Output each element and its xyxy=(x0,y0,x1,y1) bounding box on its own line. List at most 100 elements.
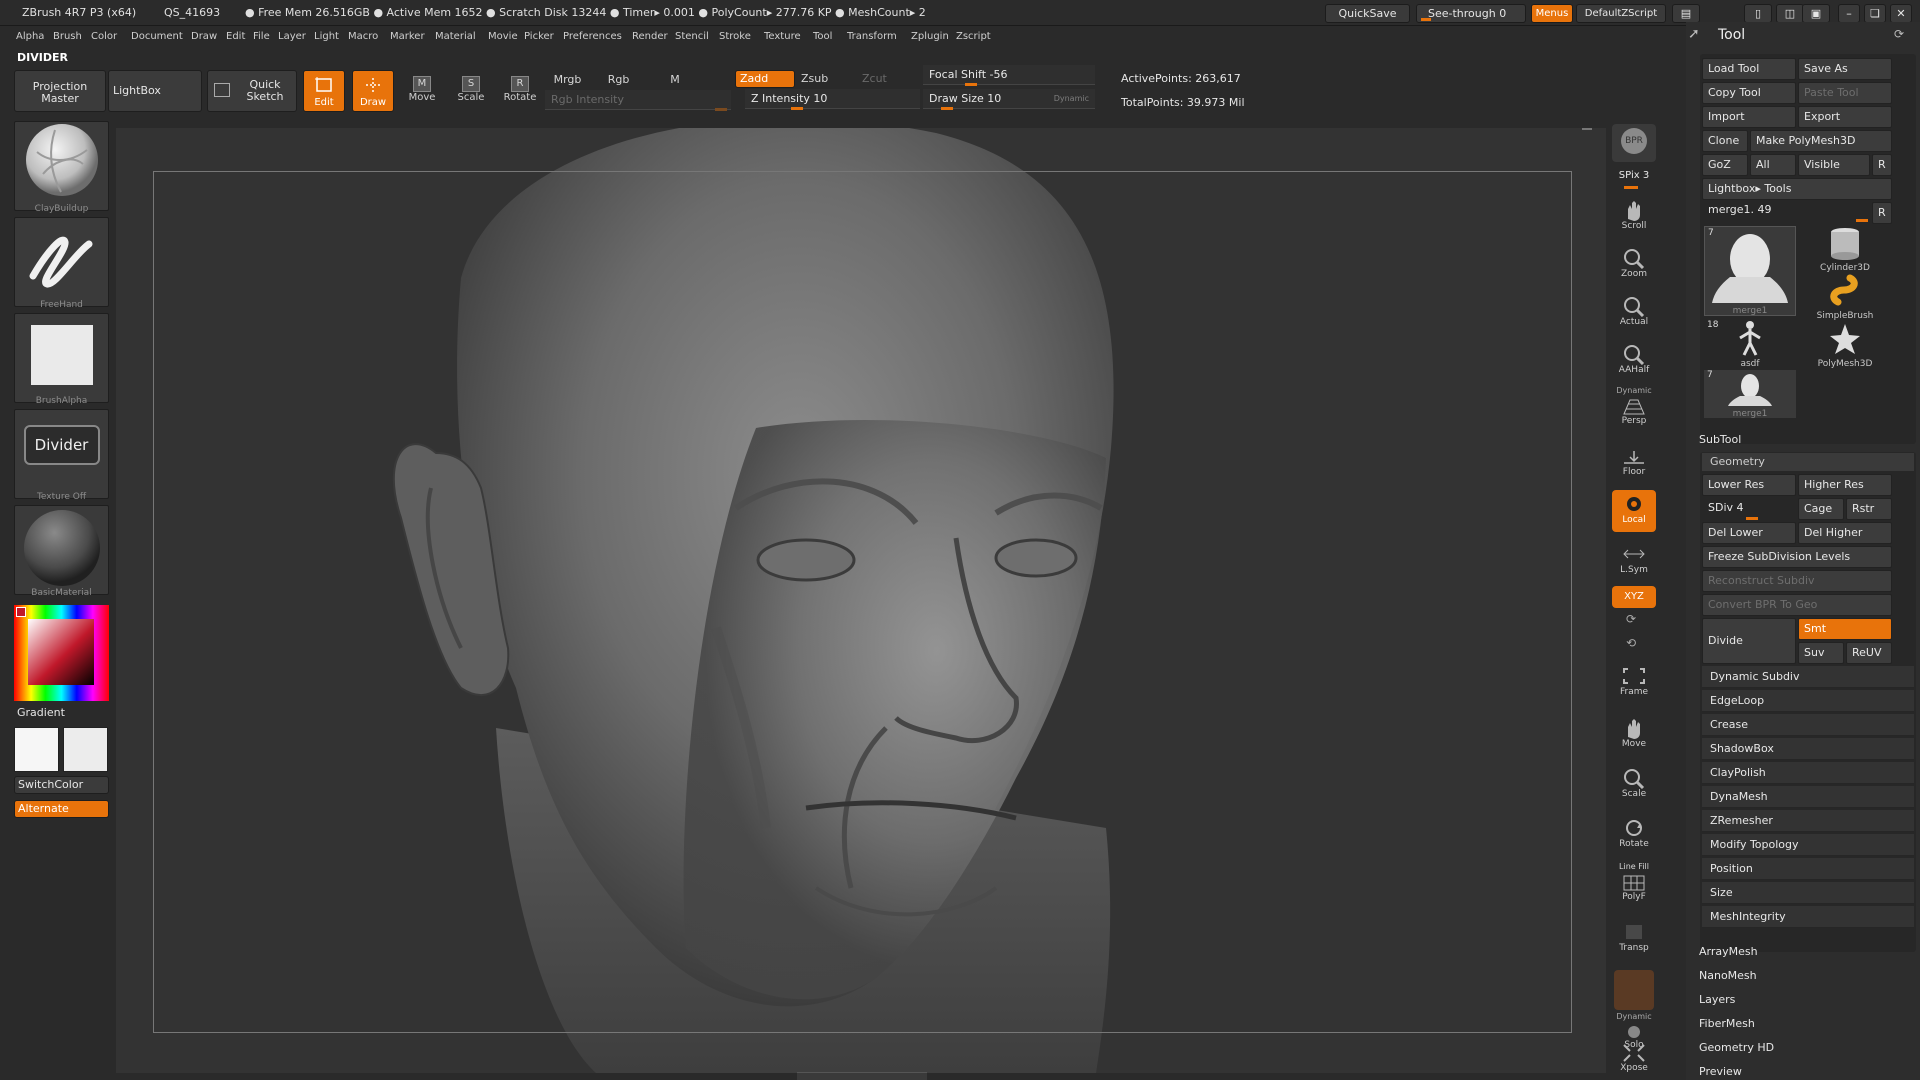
current-tool-slider[interactable]: merge1. 49 xyxy=(1702,200,1870,222)
floor-button[interactable]: Floor xyxy=(1612,442,1656,484)
stroke-freehand[interactable] xyxy=(14,217,109,307)
del-lower-button[interactable]: Del Lower xyxy=(1702,522,1796,544)
projection-master-button[interactable]: Projection Master xyxy=(14,70,106,112)
divider-button[interactable]: Divider xyxy=(23,425,100,465)
copy-tool-button[interactable]: Copy Tool xyxy=(1702,82,1796,104)
z-intensity-slider[interactable]: Z Intensity 10 xyxy=(745,89,920,110)
divide-button[interactable]: Divide xyxy=(1702,618,1796,664)
alpha-selector[interactable] xyxy=(14,313,109,403)
move-button[interactable]: M Move xyxy=(401,74,443,112)
draw-button[interactable]: Draw xyxy=(352,70,394,112)
zcut-button[interactable]: Zcut xyxy=(862,70,902,88)
export-button[interactable]: Export xyxy=(1798,106,1892,128)
maximize-icon[interactable]: ❏ xyxy=(1864,4,1886,23)
actual-button[interactable]: Actual xyxy=(1612,292,1656,334)
geo-edgeloop[interactable]: EdgeLoop xyxy=(1702,690,1914,712)
geo-zremesher[interactable]: ZRemesher xyxy=(1702,810,1914,832)
viewport-resize-handle[interactable] xyxy=(1582,128,1592,130)
zadd-button[interactable]: Zadd xyxy=(735,70,795,88)
quicksave-button[interactable]: QuickSave xyxy=(1325,4,1410,23)
save-icon[interactable]: ▣ xyxy=(1802,4,1830,23)
geo-shadowbox[interactable]: ShadowBox xyxy=(1702,738,1914,760)
goz-visible-button[interactable]: Visible xyxy=(1798,154,1870,176)
menu-transform[interactable]: Transform xyxy=(847,31,897,42)
menus-button[interactable]: Menus xyxy=(1531,4,1573,23)
lsym-button[interactable]: L.Sym xyxy=(1612,540,1656,582)
geo-claypolish[interactable]: ClayPolish xyxy=(1702,762,1914,784)
layers-header[interactable]: Layers xyxy=(1686,988,1920,1012)
m-button[interactable]: M xyxy=(660,71,690,89)
save-as-button[interactable]: Save As xyxy=(1798,58,1892,80)
main-color-swatch[interactable] xyxy=(16,607,26,617)
texture-selector[interactable]: Divider xyxy=(14,409,109,499)
geometry-header[interactable]: Geometry xyxy=(1702,453,1914,471)
lightbox-tools-button[interactable]: Lightbox▸ Tools xyxy=(1702,178,1892,200)
color-picker[interactable] xyxy=(14,605,109,701)
menu-draw[interactable]: Draw xyxy=(191,31,217,42)
menu-macro[interactable]: Macro xyxy=(348,31,378,42)
preview-header[interactable]: Preview xyxy=(1686,1060,1920,1080)
window-layout-icon[interactable]: ▯ xyxy=(1744,4,1772,23)
menu-movie[interactable]: Movie xyxy=(488,31,518,42)
rstr-button[interactable]: Rstr xyxy=(1846,498,1892,520)
tool-thumb-merge1-b[interactable]: 7 merge1 xyxy=(1704,370,1796,419)
local-button[interactable]: Local xyxy=(1612,490,1656,532)
ghost-button[interactable] xyxy=(1614,970,1654,1010)
window-split-icon[interactable]: ◫ xyxy=(1776,4,1804,23)
rotate-z-icon[interactable]: ⟲ xyxy=(1626,636,1636,650)
gradient-label[interactable]: Gradient xyxy=(17,706,65,719)
rgb-button[interactable]: Rgb xyxy=(596,71,641,89)
reconstruct-subdiv-button[interactable]: Reconstruct Subdiv xyxy=(1702,570,1892,592)
tool-thumb-simplebrush[interactable]: SimpleBrush xyxy=(1798,274,1892,322)
import-button[interactable]: Import xyxy=(1702,106,1796,128)
menu-picker[interactable]: Picker xyxy=(524,31,554,42)
lightbox-button[interactable]: LightBox xyxy=(108,70,202,112)
menu-zscript[interactable]: Zscript xyxy=(956,31,991,42)
cage-button[interactable]: Cage xyxy=(1798,498,1844,520)
layout-icon[interactable]: ▤ xyxy=(1672,4,1700,23)
make-polymesh3d-button[interactable]: Make PolyMesh3D xyxy=(1750,130,1892,152)
dynamic-label[interactable]: Dynamic xyxy=(1054,89,1089,109)
rotate-button[interactable]: R Rotate xyxy=(499,74,541,112)
geo-dynamic-subdiv[interactable]: Dynamic Subdiv xyxy=(1702,666,1914,688)
load-tool-button[interactable]: Load Tool xyxy=(1702,58,1796,80)
draw-size-slider[interactable]: Draw Size 10 Dynamic xyxy=(923,89,1095,110)
spix-slider[interactable]: SPix 3 xyxy=(1610,170,1658,181)
scale-view-button[interactable]: Scale xyxy=(1612,764,1656,806)
nanomesh-header[interactable]: NanoMesh xyxy=(1686,964,1920,988)
menu-marker[interactable]: Marker xyxy=(390,31,425,42)
palette-refresh-icon[interactable]: ⟳ xyxy=(1894,27,1904,41)
persp-button[interactable]: Dynamic Persp xyxy=(1612,386,1656,432)
menu-material[interactable]: Material xyxy=(435,31,476,42)
zsub-button[interactable]: Zsub xyxy=(799,70,849,88)
menu-light[interactable]: Light xyxy=(314,31,339,42)
smt-toggle[interactable]: Smt xyxy=(1798,618,1892,640)
bottom-tray-handle[interactable] xyxy=(797,1072,927,1080)
freeze-subdivision-button[interactable]: Freeze SubDivision Levels xyxy=(1702,546,1892,568)
menu-zplugin[interactable]: Zplugin xyxy=(911,31,949,42)
quick-sketch-button[interactable]: Quick Sketch xyxy=(207,70,297,112)
rotate-view-button[interactable]: Rotate xyxy=(1612,814,1656,856)
geometry-hd-header[interactable]: Geometry HD xyxy=(1686,1036,1920,1060)
rotate-y-icon[interactable]: ⟳ xyxy=(1626,612,1636,626)
rgb-intensity-slider[interactable]: Rgb Intensity xyxy=(545,90,731,111)
brush-claybuildup[interactable] xyxy=(14,121,109,211)
menu-file[interactable]: File xyxy=(253,31,270,42)
menu-render[interactable]: Render xyxy=(632,31,668,42)
scale-button[interactable]: S Scale xyxy=(450,74,492,112)
menu-texture[interactable]: Texture xyxy=(764,31,801,42)
menu-color[interactable]: Color xyxy=(91,31,117,42)
zoom-button[interactable]: Zoom xyxy=(1612,244,1656,286)
higher-res-button[interactable]: Higher Res xyxy=(1798,474,1892,496)
convert-bpr-button[interactable]: Convert BPR To Geo xyxy=(1702,594,1892,616)
tool-thumb-cylinder3d[interactable]: Cylinder3D xyxy=(1798,226,1892,274)
xyz-button[interactable]: XYZ xyxy=(1612,586,1656,608)
move-view-button[interactable]: Move xyxy=(1612,714,1656,756)
aahalf-button[interactable]: AAHalf xyxy=(1612,340,1656,382)
menu-layer[interactable]: Layer xyxy=(278,31,306,42)
defaultzscript-button[interactable]: DefaultZScript xyxy=(1576,4,1666,23)
tool-r-button[interactable]: R xyxy=(1872,202,1892,224)
primary-color[interactable] xyxy=(14,727,59,772)
clone-button[interactable]: Clone xyxy=(1702,130,1748,152)
focal-shift-slider[interactable]: Focal Shift -56 xyxy=(923,65,1095,86)
